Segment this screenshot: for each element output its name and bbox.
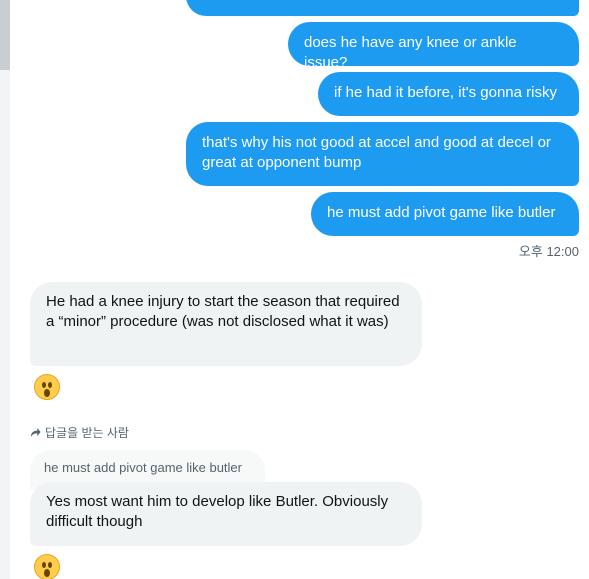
message-text: does he have any knee or ankle issue? [304,34,517,71]
dm-conversation-view: does he have any knee or ankle issue? if… [0,0,589,579]
sent-message-bubble[interactable]: does he have any knee or ankle issue? [288,22,579,71]
sent-message-bubble[interactable]: if he had it before, it's gonna risky [318,72,579,116]
reply-label-text: 답글을 받는 사람 [45,426,129,440]
scrollbar-thumb[interactable] [0,0,10,70]
received-message-bubble[interactable]: He had a knee injury to start the season… [30,282,422,366]
sent-message-bubble[interactable]: he must add pivot game like butler [311,192,579,236]
message-reaction[interactable] [30,370,64,404]
message-text: that's why his not good at accel and goo… [202,134,551,171]
quoted-message-text: he must add pivot game like butler [44,460,242,475]
message-text: if he had it before, it's gonna risky [334,84,557,101]
astonished-face-emoji-icon [34,554,60,579]
conversation-list-scrollbar[interactable] [0,0,10,579]
message-text: He had a knee injury to start the season… [46,293,400,330]
reply-indicator: 답글을 받는 사람 [30,424,129,441]
message-reaction[interactable] [30,550,64,579]
sent-message-bubble-partial[interactable] [186,0,579,16]
sent-message-bubble[interactable]: that's why his not good at accel and goo… [186,122,579,186]
message-text: he must add pivot game like butler [327,204,556,221]
message-text: Yes most want him to develop like Butler… [46,493,389,530]
astonished-face-emoji-icon [34,374,60,400]
reply-arrow-icon [30,427,41,438]
message-timestamp: 오후 12:00 [518,244,579,259]
received-message-bubble[interactable]: Yes most want him to develop like Butler… [30,482,422,546]
